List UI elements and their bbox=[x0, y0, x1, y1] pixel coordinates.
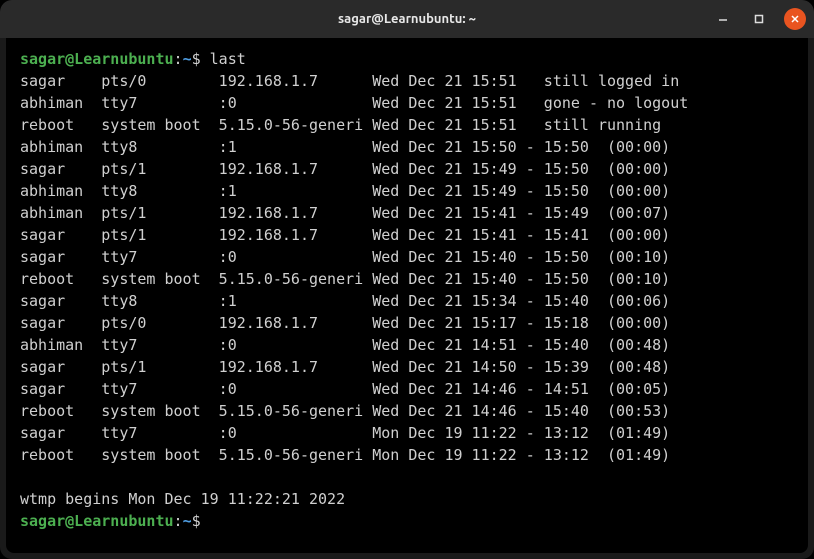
prompt-path: ~ bbox=[183, 50, 192, 68]
login-record: sagar pts/0 192.168.1.7 Wed Dec 21 15:51… bbox=[20, 70, 794, 92]
window-title: sagar@Learnubuntu: ~ bbox=[338, 12, 476, 26]
login-record: sagar tty8 :1 Wed Dec 21 15:34 - 15:40 (… bbox=[20, 290, 794, 312]
command-output: sagar pts/0 192.168.1.7 Wed Dec 21 15:51… bbox=[20, 70, 794, 466]
login-record: abhiman tty8 :1 Wed Dec 21 15:50 - 15:50… bbox=[20, 136, 794, 158]
login-record: abhiman tty7 :0 Wed Dec 21 14:51 - 15:40… bbox=[20, 334, 794, 356]
login-record: sagar pts/1 192.168.1.7 Wed Dec 21 15:49… bbox=[20, 158, 794, 180]
prompt-user: sagar@Learnubuntu bbox=[20, 512, 174, 530]
maximize-button[interactable] bbox=[748, 8, 770, 30]
titlebar[interactable]: sagar@Learnubuntu: ~ bbox=[0, 0, 814, 38]
prompt-line-2: sagar@Learnubuntu:~$ bbox=[20, 510, 794, 532]
close-icon bbox=[789, 13, 801, 25]
command-input bbox=[201, 50, 210, 68]
window-controls bbox=[712, 8, 806, 30]
login-record: abhiman tty7 :0 Wed Dec 21 15:51 gone - … bbox=[20, 92, 794, 114]
terminal-body[interactable]: sagar@Learnubuntu:~$ lastsagar pts/0 192… bbox=[6, 38, 808, 553]
close-button[interactable] bbox=[784, 8, 806, 30]
login-record: reboot system boot 5.15.0-56-generi Wed … bbox=[20, 268, 794, 290]
cursor-area[interactable] bbox=[201, 512, 210, 530]
prompt-colon: : bbox=[174, 50, 183, 68]
prompt-symbol: $ bbox=[192, 512, 201, 530]
login-record: reboot system boot 5.15.0-56-generi Wed … bbox=[20, 400, 794, 422]
login-record: sagar tty7 :0 Mon Dec 19 11:22 - 13:12 (… bbox=[20, 422, 794, 444]
prompt-user: sagar@Learnubuntu bbox=[20, 50, 174, 68]
maximize-icon bbox=[753, 13, 765, 25]
wtmp-footer: wtmp begins Mon Dec 19 11:22:21 2022 bbox=[20, 488, 794, 510]
login-record: abhiman pts/1 192.168.1.7 Wed Dec 21 15:… bbox=[20, 202, 794, 224]
prompt-symbol: $ bbox=[192, 50, 201, 68]
login-record: sagar tty7 :0 Wed Dec 21 14:46 - 14:51 (… bbox=[20, 378, 794, 400]
minimize-button[interactable] bbox=[712, 8, 734, 30]
login-record: sagar pts/1 192.168.1.7 Wed Dec 21 15:41… bbox=[20, 224, 794, 246]
login-record: abhiman tty8 :1 Wed Dec 21 15:49 - 15:50… bbox=[20, 180, 794, 202]
login-record: sagar pts/0 192.168.1.7 Wed Dec 21 15:17… bbox=[20, 312, 794, 334]
prompt-path: ~ bbox=[183, 512, 192, 530]
login-record: reboot system boot 5.15.0-56-generi Mon … bbox=[20, 444, 794, 466]
terminal-window: sagar@Learnubuntu: ~ sagar@Learnubuntu:~… bbox=[0, 0, 814, 559]
prompt-colon: : bbox=[174, 512, 183, 530]
command-text: last bbox=[210, 50, 246, 68]
login-record: reboot system boot 5.15.0-56-generi Wed … bbox=[20, 114, 794, 136]
login-record: sagar pts/1 192.168.1.7 Wed Dec 21 14:50… bbox=[20, 356, 794, 378]
prompt-line: sagar@Learnubuntu:~$ last bbox=[20, 48, 794, 70]
minimize-icon bbox=[717, 13, 729, 25]
blank-line bbox=[20, 466, 794, 488]
login-record: sagar tty7 :0 Wed Dec 21 15:40 - 15:50 (… bbox=[20, 246, 794, 268]
